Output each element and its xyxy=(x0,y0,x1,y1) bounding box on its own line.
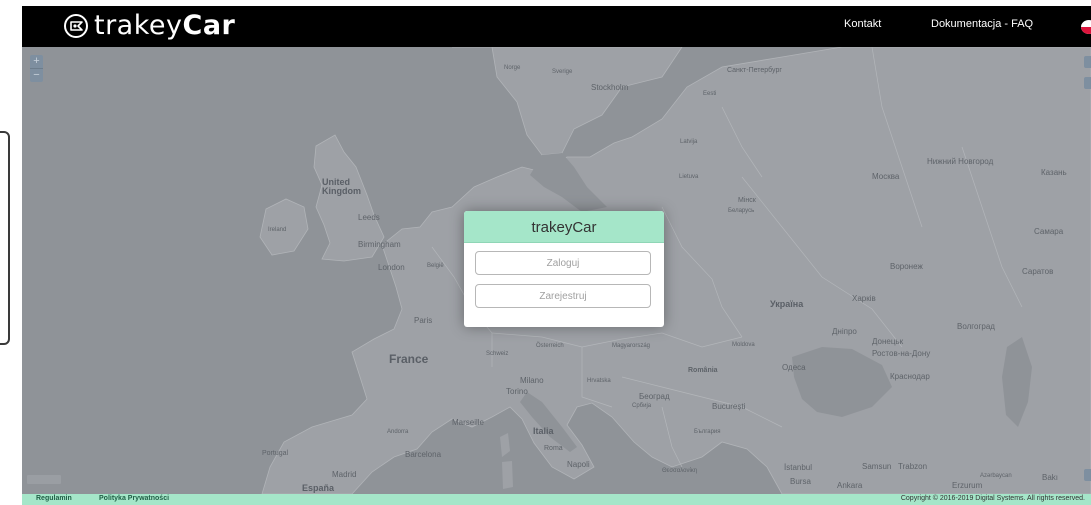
brand-name: trakeyCar xyxy=(94,10,236,41)
map-label-bursa: Bursa xyxy=(790,477,811,486)
map-label-london: London xyxy=(378,263,405,272)
map-label-sverige: Sverige xyxy=(552,69,573,75)
map-label-belgie: België xyxy=(427,263,444,269)
map-label-istanbul: İstanbul xyxy=(784,463,813,472)
map-label-bucuresti: București xyxy=(712,402,746,411)
map-label-torino: Torino xyxy=(506,387,528,396)
map-label-eesti: Eesti xyxy=(703,91,717,97)
map-label-norge: Norge xyxy=(504,65,521,71)
map-label-erzurum: Erzurum xyxy=(952,481,983,490)
map-label-osterreich: Österreich xyxy=(536,343,564,349)
map-label-dnipro: Дніпро xyxy=(832,327,857,336)
fullscreen-control-icon[interactable] xyxy=(1084,77,1091,89)
map-label-schweiz: Schweiz xyxy=(486,351,509,357)
map-label-napoli: Napoli xyxy=(567,460,590,469)
map-label-belarus: Беларусь xyxy=(728,208,755,214)
map-label-kharkiv: Харків xyxy=(852,294,876,303)
map-label-voronezh: Воронеж xyxy=(890,262,923,271)
map-label-stockholm: Stockholm xyxy=(591,83,629,92)
map-label-magyar: Magyarország xyxy=(612,343,651,349)
map-label-andorra: Andorra xyxy=(387,429,409,435)
map-label-paris: Paris xyxy=(414,316,433,325)
map-label-kazan: Казань xyxy=(1041,168,1067,177)
map-label-lietuva: Lietuva xyxy=(679,174,699,180)
login-modal: trakeyCar Zaloguj Zarejestruj xyxy=(464,211,664,327)
footer-copyright: Copyright © 2016-2019 Digital Systems. A… xyxy=(900,495,1085,502)
map-corner-control-icon[interactable] xyxy=(1084,469,1091,481)
map-label-leeds: Leeds xyxy=(358,213,380,222)
map-label-volgograd: Волгоград xyxy=(957,322,995,331)
map-label-roma: Roma xyxy=(544,445,563,452)
map-label-barcelona: Barcelona xyxy=(405,450,442,459)
map-label-espana: España xyxy=(302,483,335,493)
polish-flag-icon[interactable] xyxy=(1081,20,1091,34)
map-label-rostov: Ростов-на-Дону xyxy=(872,349,931,358)
nav-docs-faq-link[interactable]: Dokumentacja - FAQ xyxy=(931,18,1033,30)
map-label-hrvatska: Hrvatska xyxy=(587,378,611,384)
map-label-italia: Italia xyxy=(533,426,554,436)
map-label-krasnodar: Краснодар xyxy=(890,372,930,381)
map-label-france: France xyxy=(389,352,429,366)
map-label-ireland: Ireland xyxy=(268,227,287,233)
zoom-in-button[interactable]: + xyxy=(30,55,43,68)
app-window: trakeyCar Kontakt Dokumentacja - FAQ + −… xyxy=(22,6,1091,505)
map-scale-bar xyxy=(27,475,61,484)
footer-bar: Regulamin Polityka Prywatności Copyright… xyxy=(22,494,1091,505)
map-label-trabzon: Trabzon xyxy=(898,462,928,471)
map-label-madrid: Madrid xyxy=(332,470,357,479)
map-label-moskva: Москва xyxy=(872,172,900,181)
login-button[interactable]: Zaloguj xyxy=(475,251,651,275)
top-navigation-bar: trakeyCar Kontakt Dokumentacja - FAQ xyxy=(22,6,1091,47)
map-label-nn: Нижний Новгород xyxy=(927,157,994,166)
map-label-marseille: Marseille xyxy=(452,418,485,427)
map-label-portugal: Portugal xyxy=(262,450,289,457)
modal-title: trakeyCar xyxy=(531,219,597,236)
brand-logo[interactable]: trakeyCar xyxy=(62,9,235,43)
footer-terms-link[interactable]: Regulamin xyxy=(36,495,72,502)
layers-control-icon[interactable] xyxy=(1084,56,1091,68)
map-label-samara: Самара xyxy=(1034,227,1064,236)
side-panel-edge xyxy=(0,131,10,345)
map-label-uk: United Kingdom xyxy=(322,177,361,196)
map-label-moldova: Moldova xyxy=(732,342,755,348)
map-label-saratov: Саратов xyxy=(1022,267,1054,276)
modal-header: trakeyCar xyxy=(464,211,664,243)
map-label-azerbaycan: Azərbaycan xyxy=(980,473,1012,479)
map-label-odesa: Одеса xyxy=(782,363,806,372)
location-pin-icon xyxy=(64,14,88,38)
map-label-latvija: Latvija xyxy=(680,139,698,145)
register-button[interactable]: Zarejestruj xyxy=(475,284,651,308)
zoom-control: + − xyxy=(30,55,43,82)
map-label-thessaloniki: Θεσσαλονίκη xyxy=(662,468,698,474)
map-label-spb: Санкт-Петербург xyxy=(727,67,782,74)
zoom-out-button[interactable]: − xyxy=(30,68,43,82)
map-label-beograd: Београд xyxy=(639,392,670,401)
map-label-srbija: Србија xyxy=(632,403,652,409)
footer-privacy-link[interactable]: Polityka Prywatności xyxy=(99,495,169,502)
map-label-romania: România xyxy=(688,367,718,374)
nav-contact-link[interactable]: Kontakt xyxy=(844,18,881,30)
map-label-baku: Bakı xyxy=(1042,473,1059,482)
map-label-birmingham: Birmingham xyxy=(358,240,401,249)
map-label-ankara: Ankara xyxy=(837,481,863,490)
map-label-samsun: Samsun xyxy=(862,462,892,471)
map-label-milano: Milano xyxy=(520,376,544,385)
map-label-minsk: Мінск xyxy=(738,197,756,204)
map-label-ukraine: Україна xyxy=(770,299,804,309)
map-label-bulgaria: България xyxy=(694,429,721,435)
map-label-donetsk: Донецьк xyxy=(872,337,904,346)
